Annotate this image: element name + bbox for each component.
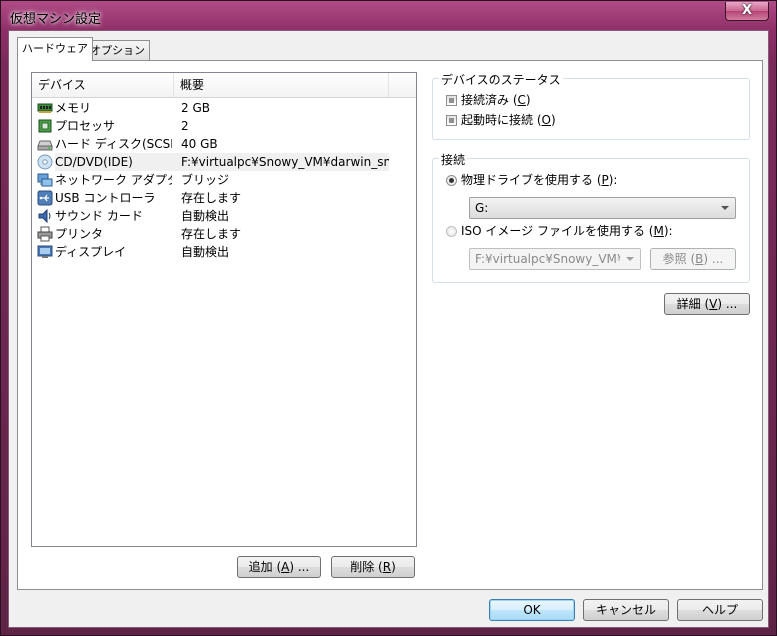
connect-at-power-on-accesskey: O: [541, 113, 551, 127]
dialog-client-area: ハードウェア オプション デバイス 概要 メモリ 2 GB プロセッサ 2 ハー…: [8, 30, 769, 628]
radio-unselected-icon: [446, 226, 457, 237]
column-device[interactable]: デバイス: [32, 73, 174, 97]
device-name: サウンド カード: [55, 209, 143, 223]
tab-options[interactable]: オプション: [85, 40, 150, 60]
add-button[interactable]: 追加 (A) ...: [237, 556, 321, 578]
display-icon: [37, 244, 53, 260]
advanced-button[interactable]: 詳細 (V) ...: [664, 293, 750, 315]
device-list-header: デバイス 概要: [32, 73, 416, 98]
connect-at-power-on-suffix: ): [550, 113, 556, 127]
device-name: ネットワーク アダプタ: [55, 173, 172, 187]
use-physical-drive-radio[interactable]: 物理ドライブを使用する (P):: [446, 171, 617, 189]
connection-group: 接続 物理ドライブを使用する (P): G: ISO イメージ ファイルを使用す…: [432, 151, 750, 283]
use-physical-drive-label: 物理ドライブを使用する (: [461, 173, 602, 187]
device-status-group: デバイスのステータス 接続済み (C) 起動時に接続 (O): [432, 71, 750, 140]
close-button[interactable]: X: [725, 2, 769, 21]
device-summary: F:¥virtualpc¥Snowy_VM¥darwin_sn...: [174, 153, 389, 171]
device-summary: 40 GB: [181, 137, 218, 151]
cancel-button[interactable]: キャンセル: [583, 599, 669, 621]
device-name: メモリ: [55, 101, 92, 115]
device-row-printer[interactable]: プリンタ 存在します: [32, 225, 416, 243]
use-iso-image-accesskey: M: [653, 224, 664, 238]
remove-button-suffix: ): [391, 560, 396, 574]
advanced-button-suffix: ) ...: [717, 297, 738, 311]
hardware-tab-panel: デバイス 概要 メモリ 2 GB プロセッサ 2 ハード ディスク(SCSI) …: [17, 60, 763, 590]
connected-accesskey: C: [517, 93, 526, 107]
advanced-button-label: 詳細 (: [676, 297, 710, 311]
device-status-title: デバイスのステータス: [439, 71, 563, 88]
help-button[interactable]: ヘルプ: [677, 599, 763, 621]
connect-at-power-on-checkbox[interactable]: 起動時に接続 (O): [446, 111, 556, 129]
checkbox-indeterminate-icon: [446, 115, 457, 126]
use-physical-drive-suffix: ):: [608, 173, 618, 187]
connected-suffix: ): [525, 93, 531, 107]
device-row-memory[interactable]: メモリ 2 GB: [32, 99, 416, 117]
browse-button-label: 参照 (: [662, 252, 696, 266]
device-row-display[interactable]: ディスプレイ 自動検出: [32, 243, 416, 261]
tab-hardware[interactable]: ハードウェア: [17, 37, 93, 61]
remove-button-accesskey: R: [382, 560, 392, 574]
window-title: 仮想マシン設定: [10, 12, 102, 27]
device-name: ディスプレイ: [55, 245, 127, 259]
device-summary: 2: [181, 119, 189, 133]
connection-title: 接続: [439, 151, 468, 168]
radio-selected-icon: [446, 175, 457, 186]
network-adapter-icon: [37, 172, 53, 188]
device-row-network-adapter[interactable]: ネットワーク アダプタ ブリッジ: [32, 171, 416, 189]
device-summary: ブリッジ: [181, 173, 230, 187]
column-summary[interactable]: 概要: [174, 73, 389, 97]
remove-button[interactable]: 削除 (R): [331, 556, 415, 578]
browse-button[interactable]: 参照 (B) ...: [650, 248, 736, 270]
hard-disk-icon: [37, 136, 53, 152]
memory-icon: [37, 100, 53, 116]
connect-at-power-on-label: 起動時に接続 (: [461, 113, 542, 127]
connected-label: 接続済み (: [461, 93, 518, 107]
device-summary: 自動検出: [181, 209, 230, 223]
device-summary: 自動検出: [181, 245, 230, 259]
iso-path-value: F:¥virtualpc¥Snowy_VM¥da: [475, 252, 620, 266]
device-row-sound-card[interactable]: サウンド カード 自動検出: [32, 207, 416, 225]
use-physical-drive-accesskey: P: [601, 173, 609, 187]
physical-drive-select[interactable]: G:: [469, 197, 736, 219]
device-list[interactable]: デバイス 概要 メモリ 2 GB プロセッサ 2 ハード ディスク(SCSI) …: [31, 72, 417, 547]
device-name: プリンタ: [55, 227, 104, 241]
device-name: ハード ディスク(SCSI): [55, 137, 172, 151]
device-row-usb-controller[interactable]: USB コントローラ 存在します: [32, 189, 416, 207]
cd-dvd-icon: [37, 154, 53, 170]
remove-button-label: 削除 (: [350, 560, 383, 574]
chevron-down-icon: [721, 206, 729, 210]
use-iso-image-label: ISO イメージ ファイルを使用する (: [461, 224, 654, 238]
ok-button[interactable]: OK: [489, 599, 575, 621]
browse-button-suffix: ) ...: [703, 252, 724, 266]
use-iso-image-radio[interactable]: ISO イメージ ファイルを使用する (M):: [446, 222, 673, 240]
printer-icon: [37, 226, 53, 242]
connected-checkbox[interactable]: 接続済み (C): [446, 91, 531, 109]
iso-path-select[interactable]: F:¥virtualpc¥Snowy_VM¥da: [469, 248, 641, 270]
use-iso-image-suffix: ):: [663, 224, 673, 238]
device-summary: 存在します: [181, 191, 242, 205]
vm-settings-window: 仮想マシン設定 X ハードウェア オプション デバイス 概要 メモリ 2 GB: [0, 0, 777, 636]
add-button-label: 追加 (: [248, 560, 282, 574]
device-name: USB コントローラ: [55, 191, 156, 205]
device-summary: 2 GB: [181, 101, 210, 115]
sound-card-icon: [37, 208, 53, 224]
chevron-down-icon: [626, 257, 634, 261]
device-row-hard-disk[interactable]: ハード ディスク(SCSI) 40 GB: [32, 135, 416, 153]
device-name: プロセッサ: [55, 119, 116, 133]
device-summary: 存在します: [181, 227, 242, 241]
checkbox-indeterminate-icon: [446, 95, 457, 106]
device-row-cd-dvd[interactable]: CD/DVD(IDE) F:¥virtualpc¥Snowy_VM¥darwin…: [32, 153, 416, 171]
processor-icon: [37, 118, 53, 134]
title-bar[interactable]: 仮想マシン設定 X: [1, 1, 776, 29]
device-row-processor[interactable]: プロセッサ 2: [32, 117, 416, 135]
usb-icon: [37, 190, 53, 206]
add-button-suffix: ) ...: [289, 560, 310, 574]
device-name: CD/DVD(IDE): [55, 153, 174, 171]
physical-drive-value: G:: [475, 201, 489, 215]
